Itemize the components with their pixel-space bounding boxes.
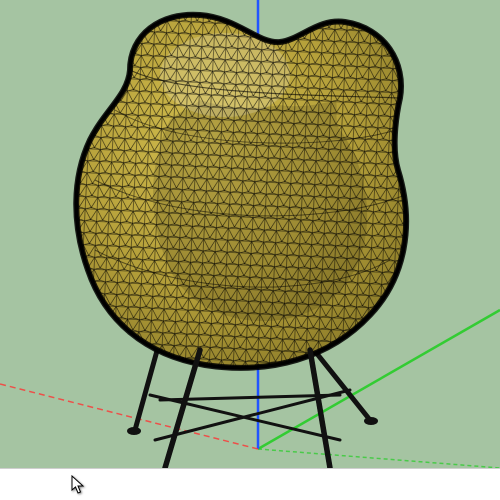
3d-viewport[interactable] [0,0,500,468]
status-bar [0,468,500,500]
app-root [0,0,500,500]
viewport-canvas[interactable] [0,0,500,468]
